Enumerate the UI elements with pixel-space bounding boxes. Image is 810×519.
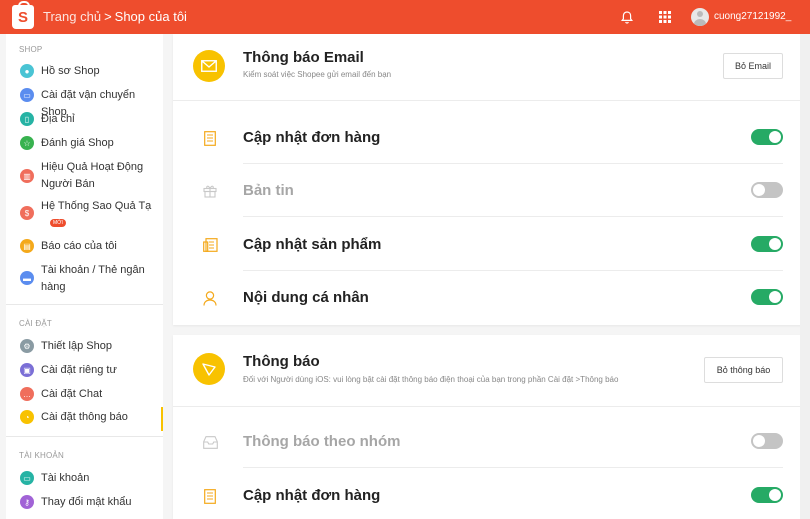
top-bar: S Trang chủ > Shop của tôi cuong27121992…: [0, 0, 810, 34]
document-icon: [202, 488, 218, 504]
disable-notification-button[interactable]: Bỏ thông báo: [704, 357, 783, 383]
sidebar-item-label: Hiệu Quả Hoạt Động Người Bán: [41, 161, 144, 190]
row-label: Thông báo theo nhóm: [243, 433, 401, 450]
section-title-settings: CÀI ĐẶT: [19, 319, 52, 328]
gift-icon: [202, 183, 218, 199]
lock-icon: ▣: [20, 363, 34, 377]
row-label: Nội dung cá nhân: [243, 289, 369, 306]
chart-icon: ▥: [20, 169, 34, 183]
dollar-icon: $: [20, 206, 34, 220]
key-icon: ⚷: [20, 495, 34, 509]
sidebar-item-label: Cài đặt Chat: [41, 388, 103, 400]
sidebar-item-label: Địa chỉ: [41, 113, 75, 125]
sidebar-item-label: Hồ sơ Shop: [41, 65, 100, 77]
toggle-switch[interactable]: [751, 129, 783, 145]
push-panel-title: Thông báo: [243, 353, 320, 370]
toggle-switch[interactable]: [751, 182, 783, 198]
push-notification-panel: Thông báo Đối với Người dùng iOS: vui lò…: [173, 335, 805, 519]
avatar[interactable]: [691, 8, 709, 26]
shopee-logo[interactable]: S: [12, 1, 34, 29]
gear-icon: ⚙: [20, 339, 34, 353]
sidebar: SHOP ● Hồ sơ Shop ▭ Cài đặt vận chuyển S…: [6, 34, 163, 519]
sidebar-item-label: Thay đổi mật khẩu: [41, 496, 132, 508]
envelope-icon: [193, 50, 225, 82]
document-icon: [202, 130, 218, 146]
push-panel-description: Đối với Người dùng iOS: vui lòng bật cài…: [243, 375, 619, 384]
row-label: Cập nhật đơn hàng: [243, 487, 381, 504]
sidebar-item-label: Cài đặt riêng tư: [41, 364, 117, 376]
email-row-product-update: Cập nhật sản phẩm: [173, 218, 805, 271]
logo-letter: S: [17, 8, 28, 26]
sidebar-item-label: Cài đặt thông báo: [41, 411, 128, 423]
sidebar-divider: [6, 436, 163, 437]
disable-email-button[interactable]: Bỏ Email: [723, 53, 783, 79]
apps-grid-icon[interactable]: [657, 9, 673, 25]
breadcrumb-home[interactable]: Trang chủ: [43, 9, 101, 24]
sidebar-item-label: Báo cáo của tôi: [41, 240, 117, 252]
new-badge: MỚI: [50, 219, 66, 227]
product-icon: [202, 237, 218, 253]
email-panel-title: Thông báo Email: [243, 49, 364, 66]
push-row-order-update: Cập nhật đơn hàng: [173, 469, 805, 519]
sidebar-divider: [6, 304, 163, 305]
profile-icon: ●: [20, 64, 34, 78]
bell-icon[interactable]: [619, 9, 635, 25]
email-row-personal-content: Nội dung cá nhân: [173, 271, 805, 324]
username[interactable]: cuong27121992_: [714, 11, 791, 22]
notification-bell-icon: [193, 353, 225, 385]
panel-divider: [173, 406, 805, 407]
section-title-account: TÀI KHOẢN: [19, 451, 64, 460]
panel-divider: [173, 100, 805, 101]
toggle-switch[interactable]: [751, 487, 783, 503]
notification-icon: ◔: [20, 410, 34, 424]
email-row-order-update: Cập nhật đơn hàng: [173, 111, 805, 164]
row-divider: [243, 467, 783, 468]
row-label: Cập nhật sản phẩm: [243, 236, 382, 253]
chat-icon: …: [20, 387, 34, 401]
star-icon: ☆: [20, 136, 34, 150]
sidebar-item-label: Hệ Thống Sao Quả Tạ: [41, 200, 152, 212]
row-label: Bản tin: [243, 182, 294, 199]
sidebar-item-label: Tài khoản / Thẻ ngân hàng: [41, 264, 145, 293]
breadcrumb-separator: >: [104, 9, 112, 24]
email-notification-panel: Thông báo Email Kiểm soát việc Shopee gử…: [173, 34, 805, 325]
push-row-group-notification: Thông báo theo nhóm: [173, 415, 805, 468]
email-panel-description: Kiểm soát việc Shopee gửi email đến bạn: [243, 70, 392, 79]
breadcrumb: Trang chủ > Shop của tôi: [43, 9, 187, 24]
address-icon: ▯: [20, 112, 34, 126]
sidebar-item-label: Thiết lập Shop: [41, 340, 112, 352]
breadcrumb-current: Shop của tôi: [114, 9, 187, 24]
report-icon: ▤: [20, 239, 34, 253]
scrollbar[interactable]: [800, 34, 810, 519]
shipping-icon: ▭: [20, 88, 34, 102]
person-icon: [202, 290, 218, 306]
toggle-switch[interactable]: [751, 236, 783, 252]
bank-icon: ▬: [20, 271, 34, 285]
inbox-icon: [202, 434, 218, 450]
sidebar-item-label: Đánh giá Shop: [41, 137, 114, 149]
account-icon: ▭: [20, 471, 34, 485]
sidebar-item-label: Tài khoản: [41, 472, 90, 484]
row-divider: [243, 216, 783, 217]
section-title-shop: SHOP: [19, 45, 43, 54]
row-label: Cập nhật đơn hàng: [243, 129, 381, 146]
email-row-newsletter: Bản tin: [173, 164, 805, 217]
toggle-switch[interactable]: [751, 433, 783, 449]
toggle-switch[interactable]: [751, 289, 783, 305]
